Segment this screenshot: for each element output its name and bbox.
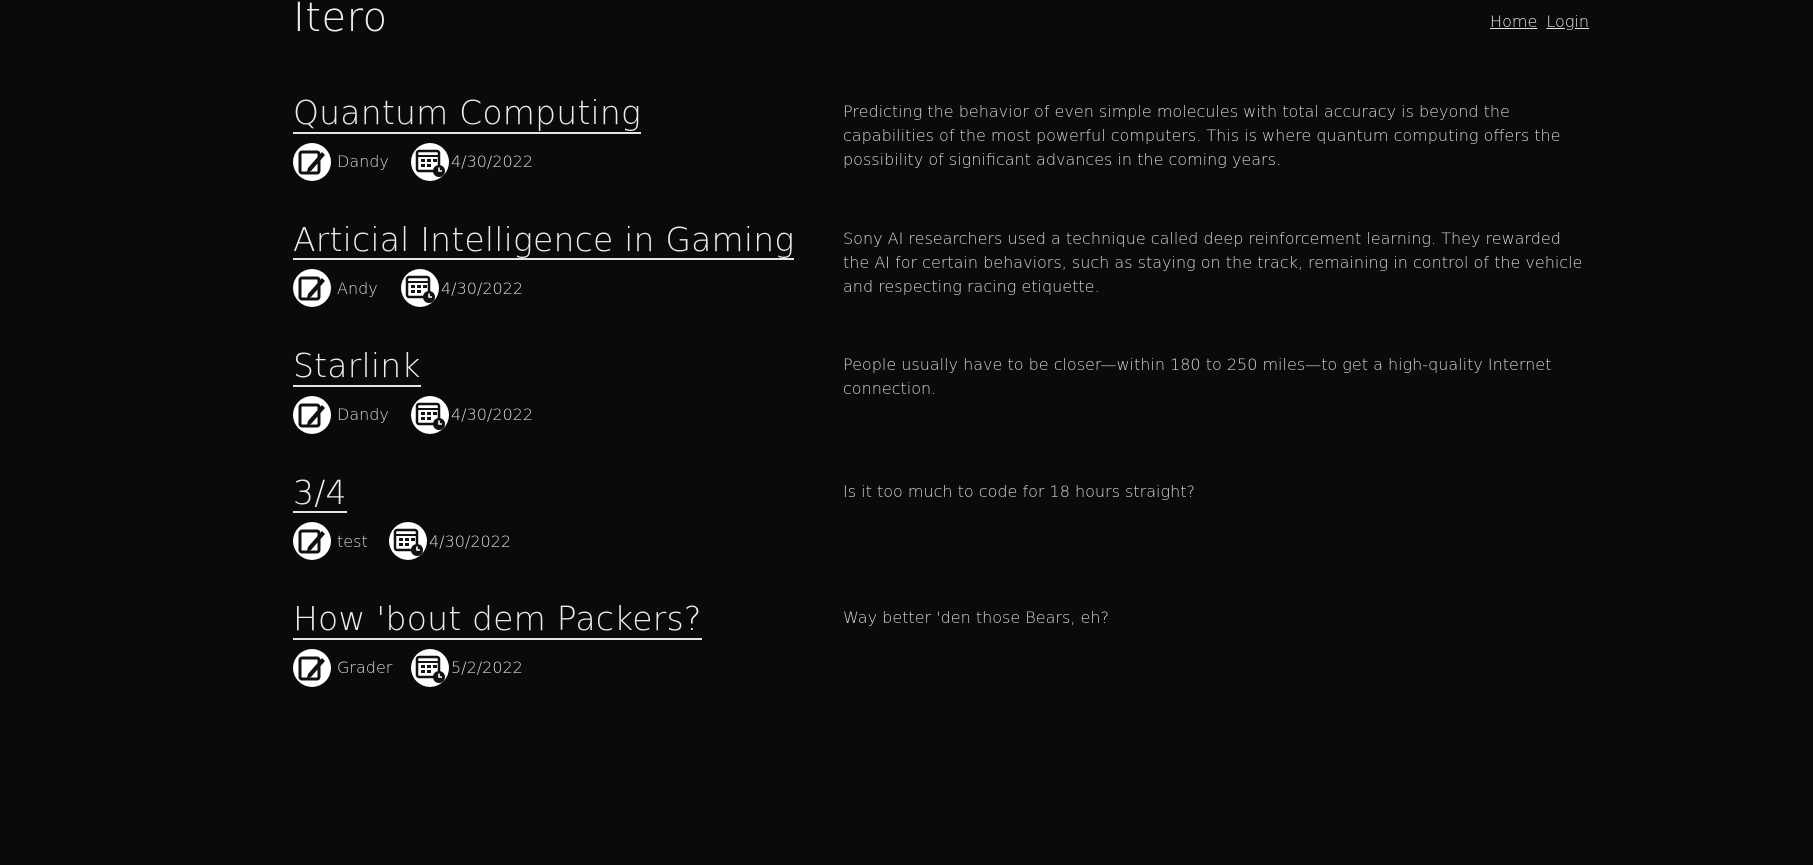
post-date: 4/30/2022 — [451, 405, 534, 425]
post-meta: Andy 4/30/2022 — [293, 268, 813, 308]
site-brand: Itero — [293, 0, 388, 41]
calendar-clock-icon — [411, 648, 449, 687]
post-title-link[interactable]: Starlink — [293, 347, 421, 387]
post-date: 5/2/2022 — [451, 658, 523, 678]
post-item: 3/4 test 4/30/2022 Is it too much to cod… — [293, 474, 1589, 602]
post-date: 4/30/2022 — [451, 152, 534, 172]
post-author: Dandy — [337, 152, 389, 172]
post-list: Quantum Computing Dandy 4/30/2022 Predic… — [293, 94, 1589, 728]
post-header: How 'bout dem Packers? Grader 5/2/2022 — [293, 600, 813, 688]
post-item: Articial Intelligence in Gaming Andy 4/3… — [293, 221, 1589, 349]
pencil-icon — [293, 395, 331, 434]
site-header: Itero Home Login — [293, 0, 1589, 60]
nav-login-link[interactable]: Login — [1546, 12, 1589, 31]
post-author: test — [337, 531, 368, 551]
post-author: Grader — [337, 658, 393, 678]
post-header: Articial Intelligence in Gaming Andy 4/3… — [293, 221, 813, 309]
post-summary: Is it too much to code for 18 hours stra… — [843, 481, 1195, 501]
post-meta: Dandy 4/30/2022 — [293, 142, 813, 182]
post-header: 3/4 test 4/30/2022 — [293, 474, 813, 562]
pencil-icon — [293, 522, 331, 561]
post-date: 4/30/2022 — [429, 531, 512, 551]
post-title-link[interactable]: Quantum Computing — [293, 94, 641, 134]
post-item: Quantum Computing Dandy 4/30/2022 Predic… — [293, 94, 1589, 222]
page: Itero Home Login Quantum Computing Dandy — [0, 0, 1813, 865]
pencil-icon — [293, 648, 331, 687]
post-summary: Way better 'den those Bears, eh? — [843, 608, 1109, 627]
pencil-icon — [293, 269, 331, 308]
nav-home-link[interactable]: Home — [1490, 12, 1537, 31]
post-date: 4/30/2022 — [441, 278, 524, 298]
post-summary: Predicting the behavior of even simple m… — [843, 102, 1561, 169]
post-summary: Sony AI researchers used a technique cal… — [843, 228, 1583, 296]
post-title-link[interactable]: How 'bout dem Packers? — [293, 600, 702, 640]
post-item: How 'bout dem Packers? Grader 5/2/2022 W… — [293, 600, 1589, 728]
calendar-clock-icon — [411, 142, 449, 181]
pencil-icon — [293, 142, 331, 181]
post-header: Starlink Dandy 4/30/2022 — [293, 347, 813, 435]
post-author: Dandy — [337, 405, 389, 425]
post-summary: People usually have to be closer—within … — [843, 355, 1552, 398]
calendar-clock-icon — [389, 522, 427, 561]
post-title-link[interactable]: 3/4 — [293, 474, 347, 514]
post-header: Quantum Computing Dandy 4/30/2022 — [293, 94, 813, 182]
post-meta: Grader 5/2/2022 — [293, 648, 813, 688]
main-container: Itero Home Login Quantum Computing Dandy — [293, 0, 1589, 687]
post-meta: Dandy 4/30/2022 — [293, 395, 813, 435]
top-nav: Home Login — [1486, 12, 1589, 31]
calendar-clock-icon — [411, 395, 449, 434]
post-item: Starlink Dandy 4/30/2022 People usually … — [293, 347, 1589, 475]
post-author: Andy — [337, 278, 378, 298]
calendar-clock-icon — [401, 269, 439, 308]
post-title-link[interactable]: Articial Intelligence in Gaming — [293, 221, 795, 261]
post-meta: test 4/30/2022 — [293, 521, 813, 561]
